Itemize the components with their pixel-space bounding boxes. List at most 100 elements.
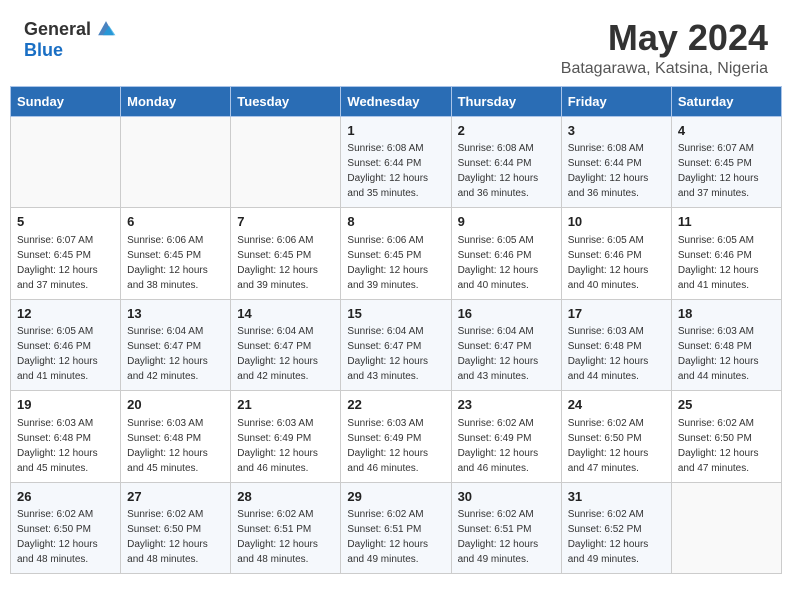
calendar-cell: 6 Sunrise: 6:06 AM Sunset: 6:45 PM Daylig… [121, 208, 231, 300]
weekday-header-thursday: Thursday [451, 86, 561, 116]
day-detail: Sunrise: 6:07 AM Sunset: 6:45 PM Dayligh… [678, 143, 759, 199]
day-number: 6 [127, 213, 224, 231]
day-detail: Sunrise: 6:06 AM Sunset: 6:45 PM Dayligh… [347, 235, 428, 291]
day-detail: Sunrise: 6:08 AM Sunset: 6:44 PM Dayligh… [568, 143, 649, 199]
day-detail: Sunrise: 6:05 AM Sunset: 6:46 PM Dayligh… [568, 235, 649, 291]
day-detail: Sunrise: 6:07 AM Sunset: 6:45 PM Dayligh… [17, 235, 98, 291]
day-number: 9 [458, 213, 555, 231]
calendar-cell: 8 Sunrise: 6:06 AM Sunset: 6:45 PM Daylig… [341, 208, 451, 300]
day-number: 8 [347, 213, 444, 231]
calendar-cell [11, 116, 121, 208]
day-number: 12 [17, 305, 114, 323]
header: General Blue May 2024 Batagarawa, Katsin… [0, 0, 792, 86]
day-number: 19 [17, 396, 114, 414]
day-number: 10 [568, 213, 665, 231]
day-number: 5 [17, 213, 114, 231]
calendar-week-1: 1 Sunrise: 6:08 AM Sunset: 6:44 PM Daylig… [11, 116, 782, 208]
day-number: 13 [127, 305, 224, 323]
day-number: 20 [127, 396, 224, 414]
calendar-cell: 14Sunrise: 6:04 AM Sunset: 6:47 PM Dayli… [231, 299, 341, 391]
day-number: 26 [17, 488, 114, 506]
day-number: 22 [347, 396, 444, 414]
calendar-cell: 26Sunrise: 6:02 AM Sunset: 6:50 PM Dayli… [11, 482, 121, 574]
day-number: 27 [127, 488, 224, 506]
day-detail: Sunrise: 6:02 AM Sunset: 6:50 PM Dayligh… [678, 418, 759, 474]
calendar-cell: 4 Sunrise: 6:07 AM Sunset: 6:45 PM Daylig… [671, 116, 781, 208]
title-area: May 2024 Batagarawa, Katsina, Nigeria [561, 18, 768, 78]
day-detail: Sunrise: 6:02 AM Sunset: 6:51 PM Dayligh… [237, 509, 318, 565]
day-detail: Sunrise: 6:03 AM Sunset: 6:48 PM Dayligh… [17, 418, 98, 474]
day-detail: Sunrise: 6:02 AM Sunset: 6:51 PM Dayligh… [347, 509, 428, 565]
calendar-wrap: SundayMondayTuesdayWednesdayThursdayFrid… [0, 86, 792, 585]
calendar-cell [671, 482, 781, 574]
calendar-table: SundayMondayTuesdayWednesdayThursdayFrid… [10, 86, 782, 575]
calendar-cell: 9 Sunrise: 6:05 AM Sunset: 6:46 PM Daylig… [451, 208, 561, 300]
calendar-cell: 18Sunrise: 6:03 AM Sunset: 6:48 PM Dayli… [671, 299, 781, 391]
calendar-cell: 3 Sunrise: 6:08 AM Sunset: 6:44 PM Daylig… [561, 116, 671, 208]
day-detail: Sunrise: 6:02 AM Sunset: 6:50 PM Dayligh… [568, 418, 649, 474]
day-detail: Sunrise: 6:06 AM Sunset: 6:45 PM Dayligh… [127, 235, 208, 291]
day-detail: Sunrise: 6:05 AM Sunset: 6:46 PM Dayligh… [17, 326, 98, 382]
weekday-header-row: SundayMondayTuesdayWednesdayThursdayFrid… [11, 86, 782, 116]
calendar-cell: 27 Sunrise: 6:02 AM Sunset: 6:50 PM Dayli… [121, 482, 231, 574]
calendar-cell: 20 Sunrise: 6:03 AM Sunset: 6:48 PM Dayli… [121, 391, 231, 483]
calendar-cell: 23Sunrise: 6:02 AM Sunset: 6:49 PM Dayli… [451, 391, 561, 483]
calendar-cell: 1 Sunrise: 6:08 AM Sunset: 6:44 PM Daylig… [341, 116, 451, 208]
calendar-week-4: 19 Sunrise: 6:03 AM Sunset: 6:48 PM Dayli… [11, 391, 782, 483]
day-number: 29 [347, 488, 444, 506]
calendar-week-2: 5 Sunrise: 6:07 AM Sunset: 6:45 PM Daylig… [11, 208, 782, 300]
day-number: 15 [347, 305, 444, 323]
day-detail: Sunrise: 6:02 AM Sunset: 6:50 PM Dayligh… [127, 509, 208, 565]
calendar-cell: 31Sunrise: 6:02 AM Sunset: 6:52 PM Dayli… [561, 482, 671, 574]
day-number: 21 [237, 396, 334, 414]
logo-blue-text: Blue [24, 40, 63, 61]
day-number: 18 [678, 305, 775, 323]
calendar-cell: 12 Sunrise: 6:05 AM Sunset: 6:46 PM Dayli… [11, 299, 121, 391]
calendar-cell: 2 Sunrise: 6:08 AM Sunset: 6:44 PM Daylig… [451, 116, 561, 208]
day-number: 3 [568, 122, 665, 140]
calendar-cell [121, 116, 231, 208]
day-number: 30 [458, 488, 555, 506]
calendar-cell: 29 Sunrise: 6:02 AM Sunset: 6:51 PM Dayli… [341, 482, 451, 574]
day-number: 2 [458, 122, 555, 140]
calendar-cell: 15 Sunrise: 6:04 AM Sunset: 6:47 PM Dayli… [341, 299, 451, 391]
day-detail: Sunrise: 6:04 AM Sunset: 6:47 PM Dayligh… [347, 326, 428, 382]
calendar-cell: 22 Sunrise: 6:03 AM Sunset: 6:49 PM Dayli… [341, 391, 451, 483]
calendar-cell: 28Sunrise: 6:02 AM Sunset: 6:51 PM Dayli… [231, 482, 341, 574]
weekday-header-tuesday: Tuesday [231, 86, 341, 116]
day-detail: Sunrise: 6:02 AM Sunset: 6:51 PM Dayligh… [458, 509, 539, 565]
day-detail: Sunrise: 6:03 AM Sunset: 6:49 PM Dayligh… [347, 418, 428, 474]
page: General Blue May 2024 Batagarawa, Katsin… [0, 0, 792, 612]
day-detail: Sunrise: 6:03 AM Sunset: 6:49 PM Dayligh… [237, 418, 318, 474]
day-number: 1 [347, 122, 444, 140]
calendar-cell: 11 Sunrise: 6:05 AM Sunset: 6:46 PM Dayli… [671, 208, 781, 300]
calendar-cell: 17Sunrise: 6:03 AM Sunset: 6:48 PM Dayli… [561, 299, 671, 391]
logo: General Blue [24, 18, 117, 61]
day-detail: Sunrise: 6:08 AM Sunset: 6:44 PM Dayligh… [347, 143, 428, 199]
day-number: 7 [237, 213, 334, 231]
calendar-subtitle: Batagarawa, Katsina, Nigeria [561, 60, 768, 78]
day-detail: Sunrise: 6:04 AM Sunset: 6:47 PM Dayligh… [458, 326, 539, 382]
calendar-cell: 30 Sunrise: 6:02 AM Sunset: 6:51 PM Dayli… [451, 482, 561, 574]
calendar-week-5: 26 Sunrise: 6:02 AM Sunset: 6:50 PM Dayli… [11, 482, 782, 574]
day-detail: Sunrise: 6:05 AM Sunset: 6:46 PM Dayligh… [458, 235, 539, 291]
logo-icon [95, 18, 117, 40]
weekday-header-wednesday: Wednesday [341, 86, 451, 116]
day-detail: Sunrise: 6:02 AM Sunset: 6:49 PM Dayligh… [458, 418, 539, 474]
calendar-cell: 5 Sunrise: 6:07 AM Sunset: 6:45 PM Daylig… [11, 208, 121, 300]
weekday-header-sunday: Sunday [11, 86, 121, 116]
calendar-week-3: 12 Sunrise: 6:05 AM Sunset: 6:46 PM Dayli… [11, 299, 782, 391]
day-detail: Sunrise: 6:03 AM Sunset: 6:48 PM Dayligh… [127, 418, 208, 474]
weekday-header-friday: Friday [561, 86, 671, 116]
calendar-cell: 13Sunrise: 6:04 AM Sunset: 6:47 PM Dayli… [121, 299, 231, 391]
day-detail: Sunrise: 6:05 AM Sunset: 6:46 PM Dayligh… [678, 235, 759, 291]
day-number: 4 [678, 122, 775, 140]
day-number: 14 [237, 305, 334, 323]
day-detail: Sunrise: 6:08 AM Sunset: 6:44 PM Dayligh… [458, 143, 539, 199]
day-number: 31 [568, 488, 665, 506]
day-number: 24 [568, 396, 665, 414]
day-number: 11 [678, 213, 775, 231]
day-number: 17 [568, 305, 665, 323]
calendar-cell: 7Sunrise: 6:06 AM Sunset: 6:45 PM Daylig… [231, 208, 341, 300]
calendar-cell [231, 116, 341, 208]
